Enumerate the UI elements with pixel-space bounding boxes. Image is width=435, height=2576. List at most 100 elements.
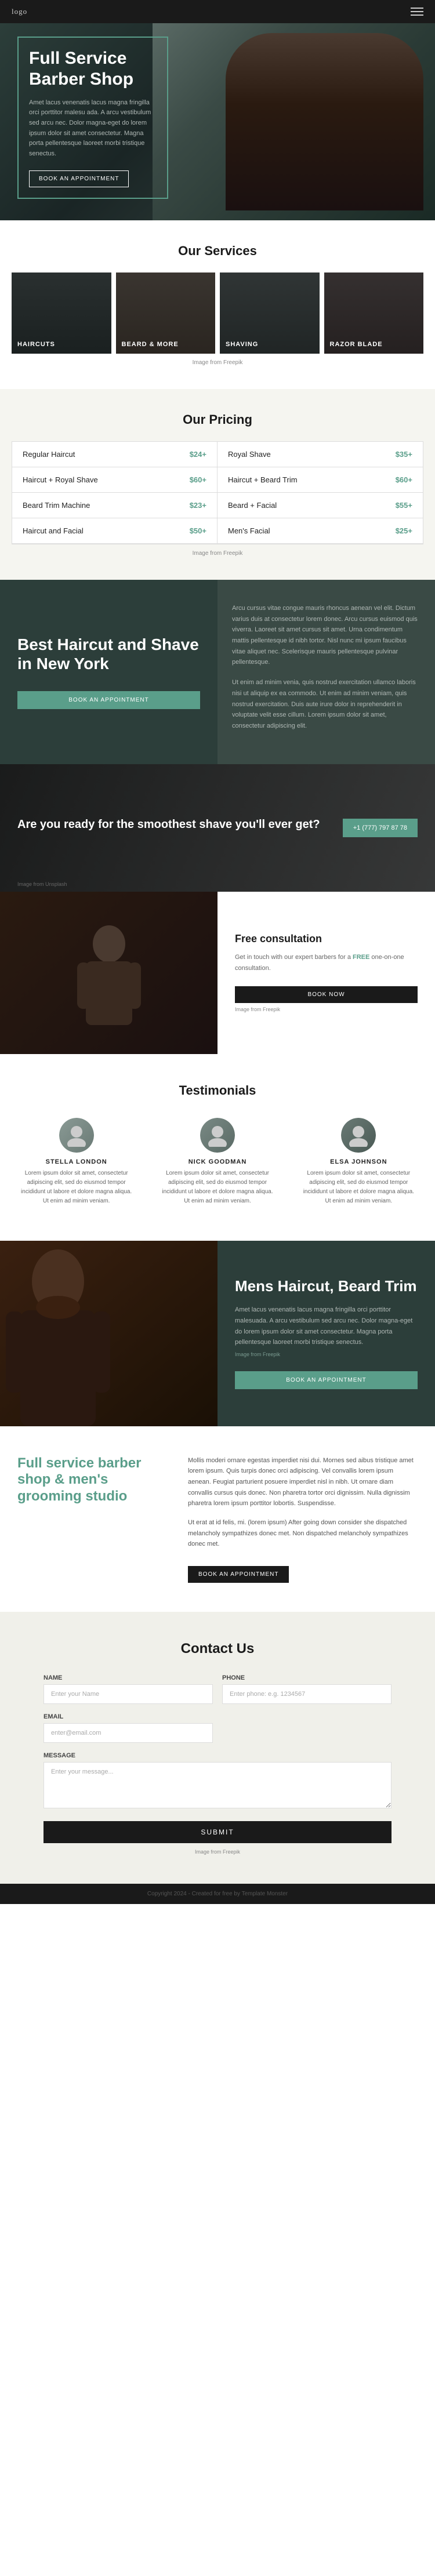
- hero-border-box: Full Service Barber Shop Amet lacus vene…: [17, 37, 168, 199]
- pricing-name-regular-haircut: Regular Haircut: [23, 450, 75, 459]
- pricing-name-haircut-facial: Haircut and Facial: [23, 526, 84, 535]
- person-icon-2: [347, 1124, 370, 1147]
- form-label-message: MESSAGE: [44, 1752, 392, 1759]
- best-cta-button[interactable]: BOOK AN APPOINTMENT: [17, 691, 200, 709]
- testimonial-text-2: Lorem ipsum dolor sit amet, consectetur …: [300, 1169, 418, 1206]
- hamburger-line-3: [411, 14, 423, 16]
- shave-phone-button[interactable]: +1 (777) 797 87 78: [343, 819, 418, 837]
- testimonials-title: Testimonials: [12, 1083, 423, 1098]
- service-card-haircuts[interactable]: HAIRCUTS: [12, 273, 111, 354]
- pricing-price-haircut-royal-shave: $60+: [190, 475, 206, 484]
- hero-content: Full Service Barber Shop Amet lacus vene…: [0, 23, 186, 220]
- fullservice-right: Mollis moderi ornare egestas imperdiet n…: [188, 1455, 418, 1583]
- fullservice-text-2: Ut erat at id felis, mi. (lorem ipsum) A…: [188, 1517, 418, 1550]
- best-right: Arcu cursus vitae congue mauris rhoncus …: [217, 580, 435, 764]
- testimonial-name-1: NICK GOODMAN: [158, 1158, 276, 1165]
- consultation-text: Get in touch with our expert barbers for…: [235, 952, 418, 973]
- hero-person-silhouette: [226, 33, 423, 210]
- testimonial-card-0: STELLA LONDON Lorem ipsum dolor sit amet…: [12, 1112, 141, 1212]
- consultation-image-source: Image from Freepik: [235, 1007, 418, 1012]
- pricing-title: Our Pricing: [12, 412, 423, 427]
- pricing-price-regular-haircut: $24+: [190, 450, 206, 459]
- contact-form: NAME PHONE EMAIL MESSAGE SUBMIT: [44, 1674, 392, 1843]
- hero-section: Full Service Barber Shop Amet lacus vene…: [0, 23, 435, 220]
- consultation-cta-button[interactable]: BOOK NOW: [235, 986, 418, 1003]
- avatar-0: [59, 1118, 94, 1153]
- testimonials-section: Testimonials STELLA LONDON Lorem ipsum d…: [0, 1054, 435, 1241]
- mens-person-silhouette: [0, 1241, 116, 1426]
- hero-cta-button[interactable]: BOOK AN APPOINTMENT: [29, 170, 129, 187]
- avatar-2: [341, 1118, 376, 1153]
- barber-silhouette-icon: [74, 921, 144, 1025]
- mens-person-image: [0, 1241, 217, 1426]
- navigation: logo: [0, 0, 435, 23]
- testimonial-name-0: STELLA LONDON: [17, 1158, 135, 1165]
- pricing-cell-haircut-royal-shave: Haircut + Royal Shave $60+: [12, 467, 217, 493]
- hero-title: Full Service Barber Shop: [29, 48, 157, 90]
- avatar-image-1: [200, 1118, 235, 1153]
- submit-button[interactable]: SUBMIT: [44, 1821, 392, 1843]
- contact-image-source: Image from Freepik: [17, 1849, 418, 1855]
- contact-title: Contact Us: [17, 1641, 418, 1657]
- form-label-name: NAME: [44, 1674, 213, 1681]
- pricing-cell-mens-facial: Men's Facial $25+: [217, 518, 423, 544]
- form-label-phone: PHONE: [222, 1674, 392, 1681]
- form-input-email[interactable]: [44, 1723, 213, 1743]
- testimonial-text-1: Lorem ipsum dolor sit amet, consectetur …: [158, 1169, 276, 1206]
- pricing-price-beard-facial: $55+: [396, 501, 412, 510]
- form-input-phone[interactable]: [222, 1684, 392, 1704]
- mens-image: [0, 1241, 217, 1426]
- best-text-2: Ut enim ad minim venia, quis nostrud exe…: [232, 677, 420, 731]
- service-card-beard[interactable]: BEARD & MORE: [116, 273, 216, 354]
- fullservice-title: Full service barber shop & men's groomin…: [17, 1455, 171, 1505]
- testimonial-name-2: ELSA JOHNSON: [300, 1158, 418, 1165]
- pricing-cell-beard-trim-machine: Beard Trim Machine $23+: [12, 493, 217, 518]
- hero-text: Amet lacus venenatis lacus magna fringil…: [29, 98, 157, 159]
- service-card-shaving[interactable]: SHAVING: [220, 273, 320, 354]
- mens-section: Mens Haircut, Beard Trim Amet lacus vene…: [0, 1241, 435, 1426]
- services-image-source: Image from Freepik: [12, 359, 423, 366]
- service-label-razor: RAZOR BLADE: [330, 341, 383, 348]
- service-label-shaving: SHAVING: [226, 341, 258, 348]
- fullservice-cta-button[interactable]: BOOK AN APPOINTMENT: [188, 1566, 289, 1583]
- testimonials-grid: STELLA LONDON Lorem ipsum dolor sit amet…: [12, 1112, 423, 1212]
- pricing-cell-beard-facial: Beard + Facial $55+: [217, 493, 423, 518]
- contact-section: Contact Us NAME PHONE EMAIL MESSAGE SUBM…: [0, 1612, 435, 1884]
- person-icon-1: [206, 1124, 229, 1147]
- pricing-image-source: Image from Freepik: [12, 550, 423, 557]
- consultation-content: Free consultation Get in touch with our …: [217, 892, 435, 1054]
- pricing-name-haircut-royal-shave: Haircut + Royal Shave: [23, 475, 98, 484]
- best-section: Best Haircut and Shave in New York BOOK …: [0, 580, 435, 764]
- best-left: Best Haircut and Shave in New York BOOK …: [0, 580, 217, 764]
- footer: Copyright 2024 - Created for free by Tem…: [0, 1884, 435, 1904]
- form-group-name: NAME: [44, 1674, 213, 1704]
- mens-image-source: Image from Freepik: [235, 1351, 418, 1357]
- pricing-name-beard-facial: Beard + Facial: [228, 501, 277, 510]
- testimonial-text-0: Lorem ipsum dolor sit amet, consectetur …: [17, 1169, 135, 1206]
- hamburger-line-2: [411, 11, 423, 12]
- consultation-free-text: FREE: [353, 954, 369, 961]
- consultation-image: [0, 892, 217, 1054]
- testimonial-card-1: NICK GOODMAN Lorem ipsum dolor sit amet,…: [153, 1112, 282, 1212]
- mens-text: Amet lacus venenatis lacus magna fringil…: [235, 1305, 418, 1348]
- pricing-cell-regular-haircut: Regular Haircut $24+: [12, 442, 217, 467]
- form-group-email: EMAIL: [44, 1713, 213, 1743]
- mens-cta-button[interactable]: BOOK AN APPOINTMENT: [235, 1371, 418, 1389]
- shave-section: Are you ready for the smoothest shave yo…: [0, 764, 435, 892]
- pricing-cell-royal-shave: Royal Shave $35+: [217, 442, 423, 467]
- service-card-razor[interactable]: RAZOR BLADE: [324, 273, 424, 354]
- person-icon-0: [65, 1124, 88, 1147]
- form-textarea-message[interactable]: [44, 1762, 392, 1808]
- pricing-price-haircut-beard-trim: $60+: [396, 475, 412, 484]
- logo: logo: [12, 7, 27, 16]
- consultation-section: Free consultation Get in touch with our …: [0, 892, 435, 1054]
- pricing-name-mens-facial: Men's Facial: [228, 526, 270, 535]
- pricing-section: Our Pricing Regular Haircut $24+ Royal S…: [0, 389, 435, 580]
- shave-content: Are you ready for the smoothest shave yo…: [0, 801, 338, 855]
- avatar-1: [200, 1118, 235, 1153]
- form-input-name[interactable]: [44, 1684, 213, 1704]
- best-text-1: Arcu cursus vitae congue mauris rhoncus …: [232, 603, 420, 668]
- hamburger-menu[interactable]: [411, 8, 423, 16]
- fullservice-text-1: Mollis moderi ornare egestas imperdiet n…: [188, 1455, 418, 1509]
- services-section: Our Services HAIRCUTS BEARD & MORE SHAVI…: [0, 220, 435, 389]
